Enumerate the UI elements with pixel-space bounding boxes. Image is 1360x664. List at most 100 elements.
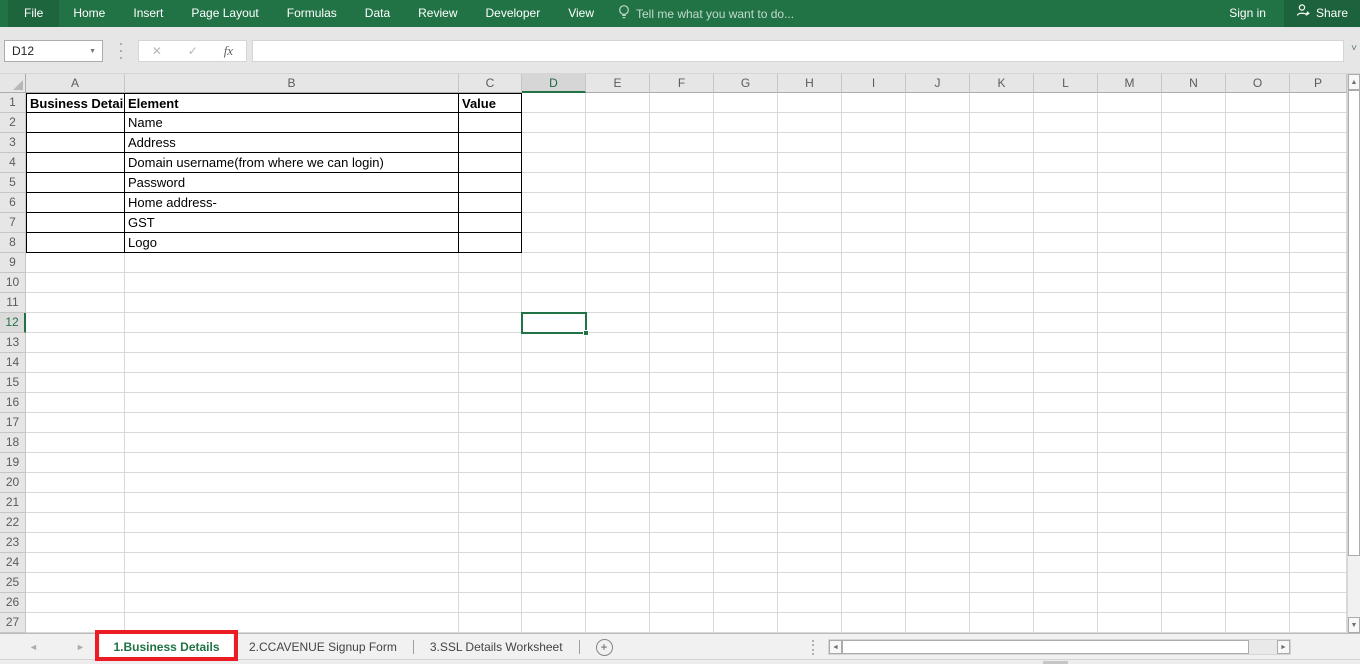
cell-C10[interactable]	[459, 273, 522, 293]
cell-K16[interactable]	[970, 393, 1034, 413]
cell-J3[interactable]	[906, 133, 970, 153]
cell-B4[interactable]: Domain username(from where we can login)	[125, 153, 459, 173]
vertical-scrollbar-track[interactable]	[1348, 556, 1360, 617]
cell-M12[interactable]	[1098, 313, 1162, 333]
cell-M16[interactable]	[1098, 393, 1162, 413]
cell-G13[interactable]	[714, 333, 778, 353]
cell-I18[interactable]	[842, 433, 906, 453]
cell-B23[interactable]	[125, 533, 459, 553]
cell-H27[interactable]	[778, 613, 842, 633]
cell-A21[interactable]	[26, 493, 125, 513]
cell-B2[interactable]: Name	[125, 113, 459, 133]
cell-L13[interactable]	[1034, 333, 1098, 353]
cell-E2[interactable]	[586, 113, 650, 133]
cell-D10[interactable]	[522, 273, 586, 293]
cell-D2[interactable]	[522, 113, 586, 133]
cell-C12[interactable]	[459, 313, 522, 333]
cell-A25[interactable]	[26, 573, 125, 593]
cell-K8[interactable]	[970, 233, 1034, 253]
cell-N3[interactable]	[1162, 133, 1226, 153]
cell-D12[interactable]	[522, 313, 586, 333]
cell-I23[interactable]	[842, 533, 906, 553]
cell-I5[interactable]	[842, 173, 906, 193]
cell-D14[interactable]	[522, 353, 586, 373]
cell-I19[interactable]	[842, 453, 906, 473]
cell-O6[interactable]	[1226, 193, 1290, 213]
row-header-14[interactable]: 14	[0, 353, 26, 373]
row-header-23[interactable]: 23	[0, 533, 26, 553]
column-header-F[interactable]: F	[650, 74, 714, 93]
cell-D19[interactable]	[522, 453, 586, 473]
cell-N8[interactable]	[1162, 233, 1226, 253]
cell-M9[interactable]	[1098, 253, 1162, 273]
cell-G18[interactable]	[714, 433, 778, 453]
column-header-I[interactable]: I	[842, 74, 906, 93]
cell-K1[interactable]	[970, 93, 1034, 113]
cell-O5[interactable]	[1226, 173, 1290, 193]
cell-L27[interactable]	[1034, 613, 1098, 633]
cell-L25[interactable]	[1034, 573, 1098, 593]
cell-G12[interactable]	[714, 313, 778, 333]
cell-J1[interactable]	[906, 93, 970, 113]
cell-L5[interactable]	[1034, 173, 1098, 193]
cell-F11[interactable]	[650, 293, 714, 313]
cell-O4[interactable]	[1226, 153, 1290, 173]
cell-M27[interactable]	[1098, 613, 1162, 633]
cell-B21[interactable]	[125, 493, 459, 513]
cell-N18[interactable]	[1162, 433, 1226, 453]
cell-A18[interactable]	[26, 433, 125, 453]
cell-N25[interactable]	[1162, 573, 1226, 593]
cell-A16[interactable]	[26, 393, 125, 413]
cell-M25[interactable]	[1098, 573, 1162, 593]
cell-J8[interactable]	[906, 233, 970, 253]
ribbon-tab-developer[interactable]: Developer	[472, 0, 555, 27]
cell-J14[interactable]	[906, 353, 970, 373]
cell-D25[interactable]	[522, 573, 586, 593]
scroll-left-icon[interactable]: ◄	[829, 640, 842, 654]
cell-P5[interactable]	[1290, 173, 1347, 193]
row-header-11[interactable]: 11	[0, 293, 26, 313]
cell-C1[interactable]: Value	[459, 93, 522, 113]
cell-K9[interactable]	[970, 253, 1034, 273]
cell-C18[interactable]	[459, 433, 522, 453]
cell-M19[interactable]	[1098, 453, 1162, 473]
cell-I11[interactable]	[842, 293, 906, 313]
cell-O7[interactable]	[1226, 213, 1290, 233]
row-header-8[interactable]: 8	[0, 233, 26, 253]
sheet-tab-1[interactable]: 1.Business Details	[100, 634, 233, 660]
cell-C8[interactable]	[459, 233, 522, 253]
cell-O9[interactable]	[1226, 253, 1290, 273]
cell-G9[interactable]	[714, 253, 778, 273]
row-header-12[interactable]: 12	[0, 313, 26, 333]
cell-I7[interactable]	[842, 213, 906, 233]
cell-A13[interactable]	[26, 333, 125, 353]
cell-C17[interactable]	[459, 413, 522, 433]
cell-I6[interactable]	[842, 193, 906, 213]
cell-I16[interactable]	[842, 393, 906, 413]
cell-C20[interactable]	[459, 473, 522, 493]
cell-B13[interactable]	[125, 333, 459, 353]
cell-G25[interactable]	[714, 573, 778, 593]
column-header-C[interactable]: C	[459, 74, 522, 93]
cell-F14[interactable]	[650, 353, 714, 373]
cell-D15[interactable]	[522, 373, 586, 393]
cell-O14[interactable]	[1226, 353, 1290, 373]
cell-N10[interactable]	[1162, 273, 1226, 293]
cell-O27[interactable]	[1226, 613, 1290, 633]
cell-D23[interactable]	[522, 533, 586, 553]
row-header-7[interactable]: 7	[0, 213, 26, 233]
cell-G21[interactable]	[714, 493, 778, 513]
cell-H17[interactable]	[778, 413, 842, 433]
cell-I3[interactable]	[842, 133, 906, 153]
cell-I8[interactable]	[842, 233, 906, 253]
cell-G27[interactable]	[714, 613, 778, 633]
column-header-K[interactable]: K	[970, 74, 1034, 93]
cell-K3[interactable]	[970, 133, 1034, 153]
row-header-18[interactable]: 18	[0, 433, 26, 453]
cell-H12[interactable]	[778, 313, 842, 333]
cell-P15[interactable]	[1290, 373, 1347, 393]
cell-E27[interactable]	[586, 613, 650, 633]
cell-D27[interactable]	[522, 613, 586, 633]
cell-E14[interactable]	[586, 353, 650, 373]
cell-P3[interactable]	[1290, 133, 1347, 153]
